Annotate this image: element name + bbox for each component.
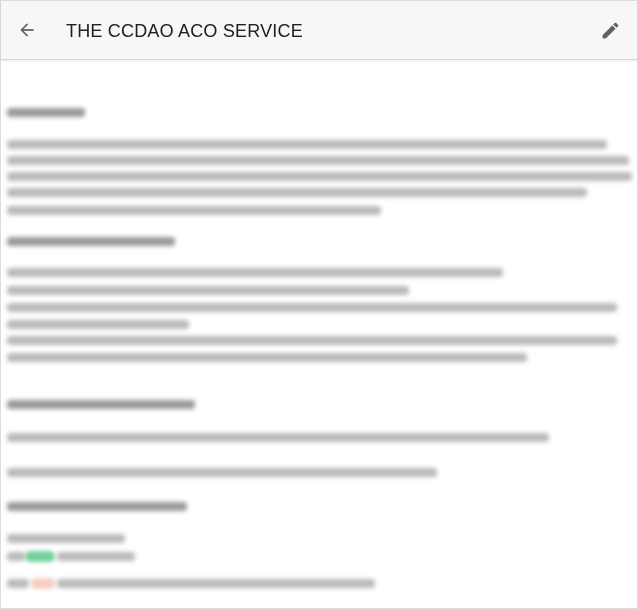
- blurred-text-line: [57, 552, 135, 561]
- blurred-text-line: [7, 400, 195, 409]
- pencil-icon: [602, 22, 618, 38]
- blurred-text-line: [7, 320, 189, 329]
- blurred-text-line: [7, 552, 25, 561]
- blurred-text-line: [7, 140, 607, 149]
- blurred-text-line: [7, 353, 527, 362]
- edit-button[interactable]: [595, 15, 625, 45]
- blurred-text-line: [7, 237, 175, 246]
- arrow-back-icon: [20, 23, 34, 37]
- blurred-text-line: [7, 534, 125, 543]
- blurred-text-line: [7, 336, 617, 345]
- status-badge: [25, 551, 55, 562]
- blurred-text-line: [7, 206, 381, 215]
- blurred-content-area: [1, 60, 637, 608]
- blurred-text-line: [7, 172, 632, 181]
- blurred-text-line: [7, 156, 629, 165]
- blurred-text-line: [7, 502, 187, 511]
- back-button[interactable]: [11, 14, 43, 46]
- app-bar: THE CCDAO ACO SERVICE: [1, 1, 637, 60]
- blurred-text-line: [57, 579, 375, 588]
- app-window: THE CCDAO ACO SERVICE: [0, 0, 638, 609]
- blurred-text-line: [7, 188, 587, 197]
- page-title: THE CCDAO ACO SERVICE: [66, 21, 303, 41]
- blurred-text-line: [7, 108, 85, 117]
- blurred-text-line: [7, 433, 549, 442]
- status-badge: [31, 578, 55, 589]
- blurred-text-line: [7, 303, 617, 312]
- blurred-text-line: [7, 468, 437, 477]
- blurred-text-line: [7, 268, 503, 277]
- blurred-text-line: [7, 579, 29, 588]
- blurred-text-line: [7, 286, 409, 295]
